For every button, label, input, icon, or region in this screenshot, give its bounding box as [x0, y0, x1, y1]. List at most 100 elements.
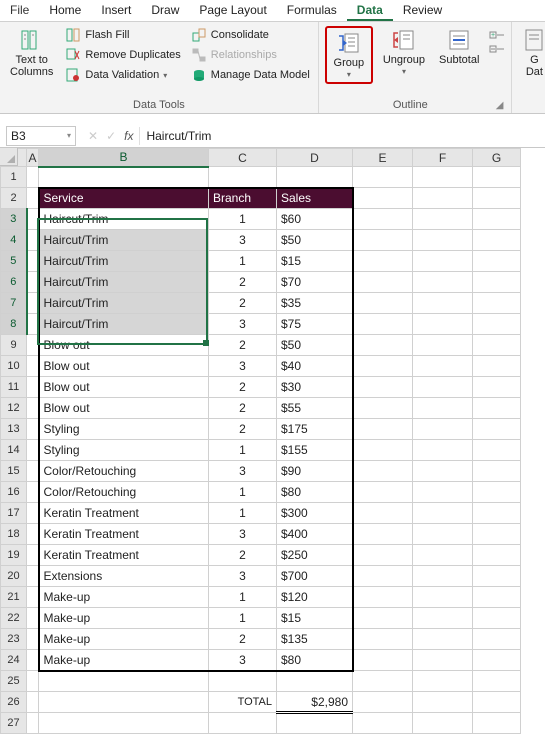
cell[interactable]: Haircut/Trim: [39, 272, 209, 293]
col-header-C[interactable]: C: [209, 149, 277, 167]
insert-function-icon[interactable]: fx: [124, 129, 133, 143]
tab-page-layout[interactable]: Page Layout: [189, 0, 276, 21]
cell[interactable]: 1: [209, 482, 277, 503]
col-header-D[interactable]: D: [277, 149, 353, 167]
cell[interactable]: $400: [277, 524, 353, 545]
cell[interactable]: Sales: [277, 188, 353, 209]
tab-home[interactable]: Home: [39, 0, 91, 21]
cell[interactable]: 1: [209, 209, 277, 230]
col-header-G[interactable]: G: [473, 149, 521, 167]
cell[interactable]: Color/Retouching: [39, 482, 209, 503]
cell[interactable]: $50: [277, 335, 353, 356]
cell[interactable]: 1: [209, 251, 277, 272]
cell[interactable]: 2: [209, 419, 277, 440]
cell[interactable]: Styling: [39, 440, 209, 461]
cell[interactable]: Keratin Treatment: [39, 545, 209, 566]
manage-data-model-button[interactable]: Manage Data Model: [189, 66, 312, 84]
row-header[interactable]: 18: [1, 524, 27, 545]
cell[interactable]: $250: [277, 545, 353, 566]
cell[interactable]: Haircut/Trim: [39, 293, 209, 314]
col-header-A[interactable]: A: [27, 149, 39, 167]
row-header[interactable]: 12: [1, 398, 27, 419]
cell[interactable]: 3: [209, 356, 277, 377]
cell-total-value[interactable]: $2,980: [277, 692, 353, 713]
cell[interactable]: Keratin Treatment: [39, 503, 209, 524]
cell[interactable]: $80: [277, 482, 353, 503]
row-header[interactable]: 22: [1, 608, 27, 629]
cell[interactable]: Make-up: [39, 587, 209, 608]
cell[interactable]: Branch: [209, 188, 277, 209]
row-header[interactable]: 9: [1, 335, 27, 356]
cell[interactable]: $70: [277, 272, 353, 293]
cell[interactable]: Make-up: [39, 650, 209, 671]
row-header[interactable]: 4: [1, 230, 27, 251]
tab-draw[interactable]: Draw: [141, 0, 189, 21]
cell[interactable]: Haircut/Trim: [39, 314, 209, 335]
cell[interactable]: $175: [277, 419, 353, 440]
enter-formula-icon[interactable]: ✓: [106, 129, 116, 143]
outline-dialog-launcher[interactable]: ◢: [496, 100, 506, 113]
subtotal-button[interactable]: Subtotal: [435, 26, 483, 68]
row-header[interactable]: 25: [1, 671, 27, 692]
row-header[interactable]: 11: [1, 377, 27, 398]
relationships-button[interactable]: Relationships: [189, 46, 312, 64]
partial-button[interactable]: GDat: [518, 26, 545, 80]
cell[interactable]: $80: [277, 650, 353, 671]
row-header[interactable]: 13: [1, 419, 27, 440]
ungroup-button[interactable]: Ungroup: [379, 26, 429, 78]
cell[interactable]: 1: [209, 587, 277, 608]
cell[interactable]: 1: [209, 608, 277, 629]
cell[interactable]: $15: [277, 251, 353, 272]
cell[interactable]: Styling: [39, 419, 209, 440]
cell[interactable]: $120: [277, 587, 353, 608]
row-header[interactable]: 3: [1, 209, 27, 230]
cell[interactable]: 1: [209, 503, 277, 524]
row-header[interactable]: 23: [1, 629, 27, 650]
row-header[interactable]: 16: [1, 482, 27, 503]
select-all-corner[interactable]: [0, 148, 18, 166]
cell[interactable]: 3: [209, 566, 277, 587]
col-header-F[interactable]: F: [413, 149, 473, 167]
cell[interactable]: $35: [277, 293, 353, 314]
cancel-formula-icon[interactable]: ✕: [88, 129, 98, 143]
cell[interactable]: $60: [277, 209, 353, 230]
row-header[interactable]: 7: [1, 293, 27, 314]
cell[interactable]: 3: [209, 314, 277, 335]
row-header[interactable]: 21: [1, 587, 27, 608]
data-validation-button[interactable]: Data Validation ▾: [63, 66, 182, 84]
cell[interactable]: $135: [277, 629, 353, 650]
cell[interactable]: Color/Retouching: [39, 461, 209, 482]
remove-duplicates-button[interactable]: Remove Duplicates: [63, 46, 182, 64]
row-header[interactable]: 14: [1, 440, 27, 461]
cell[interactable]: Blow out: [39, 356, 209, 377]
hide-detail-icon[interactable]: [489, 44, 505, 56]
cell[interactable]: 2: [209, 629, 277, 650]
cell[interactable]: Service: [39, 188, 209, 209]
row-header[interactable]: 15: [1, 461, 27, 482]
row-header[interactable]: 8: [1, 314, 27, 335]
cell[interactable]: 2: [209, 272, 277, 293]
cell[interactable]: $155: [277, 440, 353, 461]
cell[interactable]: Haircut/Trim: [39, 209, 209, 230]
cell[interactable]: 2: [209, 293, 277, 314]
row-header[interactable]: 6: [1, 272, 27, 293]
row-header[interactable]: 19: [1, 545, 27, 566]
cell[interactable]: $55: [277, 398, 353, 419]
cell[interactable]: $40: [277, 356, 353, 377]
row-header[interactable]: 17: [1, 503, 27, 524]
tab-data[interactable]: Data: [347, 0, 393, 21]
cell[interactable]: $75: [277, 314, 353, 335]
cell[interactable]: Blow out: [39, 377, 209, 398]
cell[interactable]: Haircut/Trim: [39, 251, 209, 272]
row-header[interactable]: 24: [1, 650, 27, 671]
cell[interactable]: 1: [209, 440, 277, 461]
group-button[interactable]: Group: [328, 29, 370, 81]
cell[interactable]: Blow out: [39, 335, 209, 356]
consolidate-button[interactable]: Consolidate: [189, 26, 312, 44]
cell[interactable]: $700: [277, 566, 353, 587]
cell[interactable]: Extensions: [39, 566, 209, 587]
cell[interactable]: $50: [277, 230, 353, 251]
tab-review[interactable]: Review: [393, 0, 452, 21]
tab-file[interactable]: File: [0, 0, 39, 21]
show-detail-icon[interactable]: +: [489, 30, 505, 42]
